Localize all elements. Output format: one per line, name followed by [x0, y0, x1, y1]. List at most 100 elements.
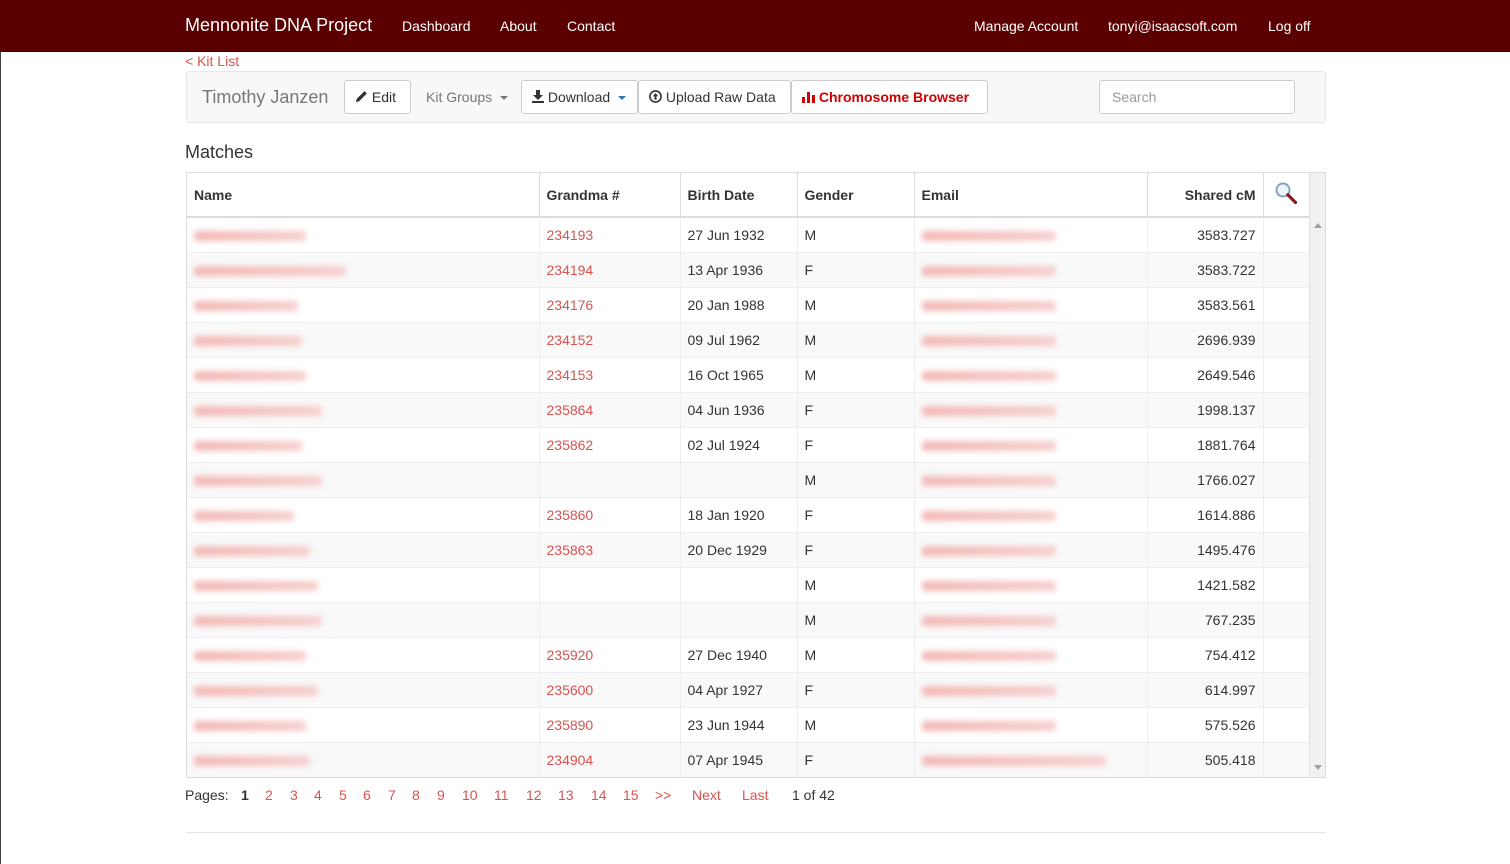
nav-about[interactable]: About [500, 18, 537, 34]
match-email[interactable] [914, 707, 1148, 743]
table-row: 235863 20 Dec 1929 F 1495.476 [187, 532, 1310, 568]
match-email[interactable] [914, 532, 1148, 568]
grandma-number-link[interactable] [539, 462, 681, 498]
match-email[interactable] [914, 637, 1148, 673]
match-name[interactable] [187, 497, 540, 533]
match-name[interactable] [187, 672, 540, 708]
redacted-email [921, 720, 1056, 731]
page-12[interactable]: 12 [526, 787, 542, 803]
match-name[interactable] [187, 322, 540, 358]
grandma-number-link[interactable]: 235600 [539, 672, 681, 708]
kit-groups-dropdown[interactable]: Kit Groups [415, 80, 509, 114]
match-name[interactable] [187, 427, 540, 463]
search-input[interactable] [1099, 80, 1295, 114]
match-email[interactable] [914, 602, 1148, 638]
match-email[interactable] [914, 462, 1148, 498]
match-name[interactable] [187, 532, 540, 568]
match-email[interactable] [914, 217, 1148, 253]
nav-log-off[interactable]: Log off [1268, 18, 1311, 34]
scroll-up-arrow-icon[interactable] [1314, 223, 1322, 228]
page-13[interactable]: 13 [558, 787, 574, 803]
match-email[interactable] [914, 567, 1148, 603]
page-15[interactable]: 15 [623, 787, 639, 803]
table-row: M 1766.027 [187, 462, 1310, 498]
grandma-number-link[interactable]: 234153 [539, 357, 681, 393]
redacted-email [921, 650, 1056, 661]
match-name[interactable] [187, 707, 540, 743]
kit-list-link[interactable]: < Kit List [185, 53, 239, 69]
table-search-toggle[interactable] [1263, 173, 1310, 218]
match-name[interactable] [187, 637, 540, 673]
page-2[interactable]: 2 [265, 787, 273, 803]
nav-manage-account[interactable]: Manage Account [974, 18, 1078, 34]
grandma-number-link[interactable]: 235860 [539, 497, 681, 533]
page-3[interactable]: 3 [290, 787, 298, 803]
grandma-number-link[interactable]: 235864 [539, 392, 681, 428]
grandma-number-link[interactable]: 235920 [539, 637, 681, 673]
match-email[interactable] [914, 427, 1148, 463]
page-1[interactable]: 1 [241, 787, 249, 803]
grandma-number-link[interactable]: 235890 [539, 707, 681, 743]
page-6[interactable]: 6 [363, 787, 371, 803]
last-page-link[interactable]: Last [742, 787, 768, 803]
grandma-number-link[interactable]: 234152 [539, 322, 681, 358]
brand-link[interactable]: Mennonite DNA Project [185, 15, 372, 36]
page-5[interactable]: 5 [339, 787, 347, 803]
page-4[interactable]: 4 [314, 787, 322, 803]
birth-date: 13 Apr 1936 [680, 252, 798, 288]
grandma-number-link[interactable]: 234176 [539, 287, 681, 323]
match-email[interactable] [914, 497, 1148, 533]
page-9[interactable]: 9 [437, 787, 445, 803]
match-name[interactable] [187, 602, 540, 638]
nav-user-email[interactable]: tonyi@isaacsoft.com [1108, 18, 1237, 34]
match-name[interactable] [187, 742, 540, 777]
match-name[interactable] [187, 252, 540, 288]
match-name[interactable] [187, 567, 540, 603]
grandma-number-link[interactable]: 234904 [539, 742, 681, 777]
grandma-number-link[interactable]: 235862 [539, 427, 681, 463]
grandma-number-link[interactable] [539, 567, 681, 603]
match-email[interactable] [914, 322, 1148, 358]
grandma-number-link[interactable]: 234194 [539, 252, 681, 288]
edit-button[interactable]: Edit [344, 80, 411, 114]
chromosome-browser-button[interactable]: Chromosome Browser [791, 80, 988, 114]
match-name[interactable] [187, 357, 540, 393]
page-8[interactable]: 8 [412, 787, 420, 803]
table-scrollbar[interactable] [1309, 173, 1325, 777]
column-header-birth-date[interactable]: Birth Date [680, 173, 798, 218]
next-page-link[interactable]: Next [692, 787, 721, 803]
match-email[interactable] [914, 252, 1148, 288]
match-name[interactable] [187, 217, 540, 253]
match-name[interactable] [187, 287, 540, 323]
download-icon [532, 90, 544, 103]
match-email[interactable] [914, 672, 1148, 708]
match-email[interactable] [914, 357, 1148, 393]
footer-divider [186, 832, 1326, 833]
row-action-cell [1263, 707, 1310, 743]
match-email[interactable] [914, 287, 1148, 323]
nav-contact[interactable]: Contact [567, 18, 615, 34]
row-action-cell [1263, 392, 1310, 428]
grandma-number-link[interactable]: 235863 [539, 532, 681, 568]
upload-raw-data-button[interactable]: Upload Raw Data [638, 80, 791, 114]
column-header-name[interactable]: Name [187, 173, 540, 218]
grandma-number-link[interactable] [539, 602, 681, 638]
match-email[interactable] [914, 392, 1148, 428]
column-header-grandma[interactable]: Grandma # [539, 173, 681, 218]
column-header-email[interactable]: Email [914, 173, 1148, 218]
redacted-email [921, 440, 1056, 451]
column-header-gender[interactable]: Gender [797, 173, 915, 218]
match-name[interactable] [187, 392, 540, 428]
nav-dashboard[interactable]: Dashboard [402, 18, 471, 34]
grandma-number-link[interactable]: 234193 [539, 217, 681, 253]
match-email[interactable] [914, 742, 1148, 777]
page-7[interactable]: 7 [388, 787, 396, 803]
page-14[interactable]: 14 [591, 787, 607, 803]
page-10[interactable]: 10 [462, 787, 478, 803]
scroll-down-arrow-icon[interactable] [1314, 765, 1322, 770]
column-header-shared-cm[interactable]: Shared cM [1147, 173, 1264, 218]
match-name[interactable] [187, 462, 540, 498]
more-pages-link[interactable]: >> [655, 787, 671, 803]
page-11[interactable]: 11 [494, 787, 509, 803]
download-dropdown[interactable]: Download [521, 80, 638, 114]
